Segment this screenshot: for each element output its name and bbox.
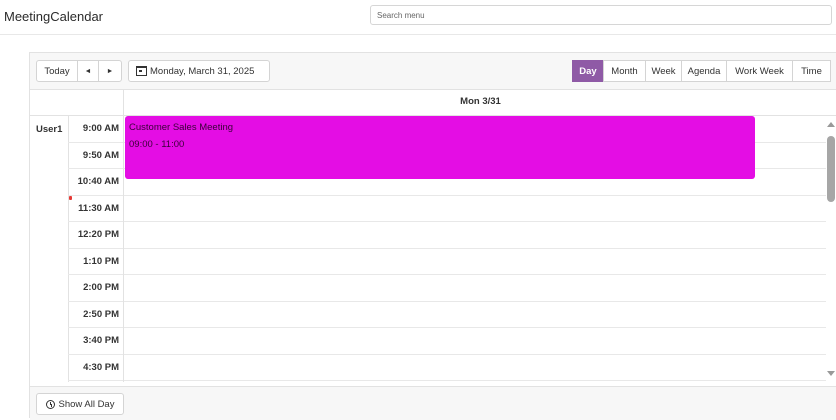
time-slot-cell[interactable]: [124, 302, 827, 328]
time-slot-label: 3:40 PM: [68, 328, 123, 355]
scheduler: Today ◄ ► Monday, March 31, 2025 Day Mon…: [29, 52, 836, 420]
show-all-day-button[interactable]: Show All Day: [36, 393, 124, 415]
app-title: MeetingCalendar: [4, 9, 104, 24]
view-day-button[interactable]: Day: [572, 60, 604, 82]
time-slot-label: 10:40 AM: [68, 169, 123, 196]
day-header: Mon 3/31: [460, 96, 501, 107]
time-slot-label: 12:20 PM: [68, 222, 123, 249]
time-slot-label: 9:00 AM: [68, 116, 123, 143]
date-header-row: Mon 3/31: [30, 89, 836, 116]
view-switcher: Day Month Week Agenda Work Week Time: [572, 60, 831, 82]
search-input[interactable]: [370, 5, 832, 25]
today-button[interactable]: Today: [36, 60, 78, 82]
resource-label: User1: [36, 124, 63, 135]
time-slot-cell[interactable]: [124, 249, 827, 275]
time-slot-label: 11:30 AM: [68, 196, 123, 222]
vertical-scrollbar[interactable]: [826, 116, 836, 382]
appointment[interactable]: Customer Sales Meeting 09:00 - 11:00: [125, 116, 755, 179]
time-column: 9:00 AM 9:50 AM 10:40 AM 11:30 AM 12:20 …: [68, 116, 124, 382]
time-slot-label: 2:00 PM: [68, 275, 123, 302]
scrollbar-thumb[interactable]: [827, 136, 835, 202]
time-slot-cell[interactable]: [124, 328, 827, 355]
clock-icon: [45, 399, 55, 409]
next-icon: ►: [106, 67, 114, 75]
scroll-down-icon[interactable]: [827, 371, 835, 376]
time-slot-label: 1:10 PM: [68, 249, 123, 275]
view-agenda-button[interactable]: Agenda: [681, 60, 727, 82]
time-slot-label: 9:50 AM: [68, 143, 123, 169]
time-slot-label: 4:30 PM: [68, 355, 123, 381]
view-month-button[interactable]: Month: [603, 60, 646, 82]
header-corner: [30, 89, 124, 115]
previous-icon: ◄: [84, 67, 92, 75]
next-button[interactable]: ►: [98, 60, 122, 82]
calendar-icon: [136, 66, 147, 76]
scheduler-toolbar: Today ◄ ► Monday, March 31, 2025 Day Mon…: [30, 53, 836, 90]
time-slot-cell[interactable]: [124, 355, 827, 381]
scroll-up-icon[interactable]: [827, 122, 835, 127]
top-bar: MeetingCalendar: [0, 0, 836, 35]
date-picker-button[interactable]: Monday, March 31, 2025: [128, 60, 270, 82]
view-week-button[interactable]: Week: [645, 60, 682, 82]
time-slot-cell[interactable]: [124, 222, 827, 249]
appointment-time: 09:00 - 11:00: [129, 139, 185, 150]
resource-column: User1: [30, 116, 69, 382]
view-work-week-button[interactable]: Work Week: [726, 60, 793, 82]
scheduler-footer: Show All Day: [30, 386, 836, 420]
time-slot-cell[interactable]: [124, 196, 827, 222]
time-slot-cell[interactable]: [124, 275, 827, 302]
show-all-day-label: Show All Day: [58, 398, 115, 410]
view-time-button[interactable]: Time: [792, 60, 831, 82]
date-label: Monday, March 31, 2025: [150, 65, 255, 77]
current-time-indicator: [69, 196, 72, 200]
time-slot-label: 2:50 PM: [68, 302, 123, 328]
appointment-title: Customer Sales Meeting: [129, 122, 234, 133]
previous-button[interactable]: ◄: [77, 60, 99, 82]
